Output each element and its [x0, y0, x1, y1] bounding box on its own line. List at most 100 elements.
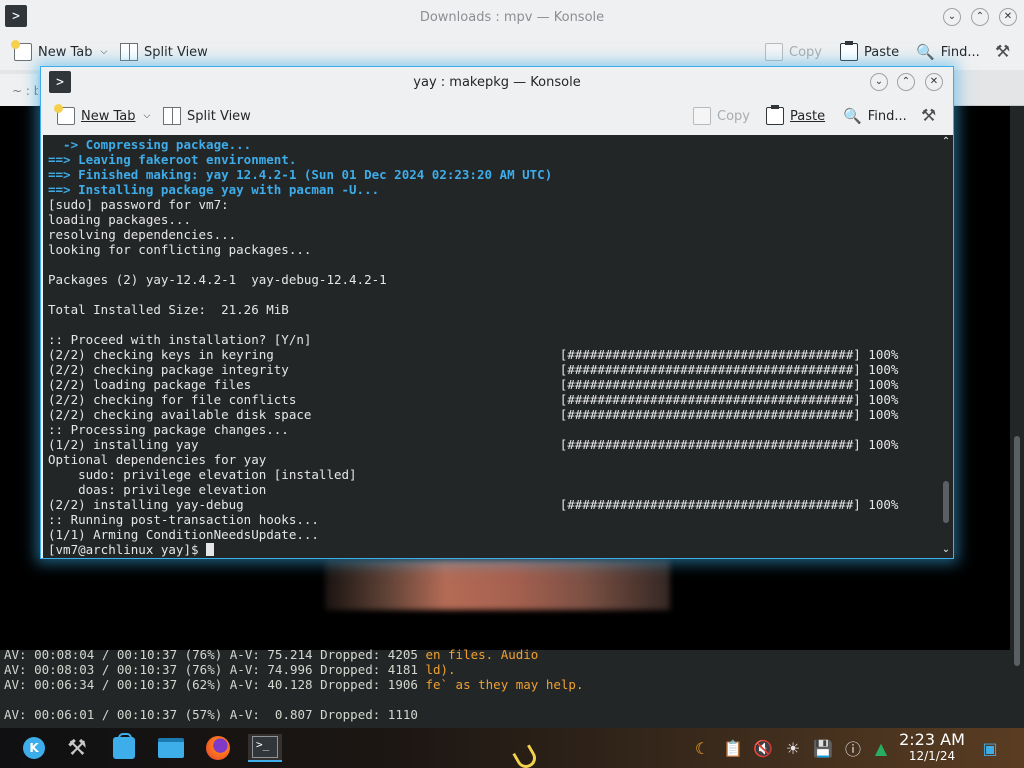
- taskbar-discover[interactable]: [109, 733, 139, 762]
- chevron-down-icon: ⌵: [100, 47, 108, 57]
- terminal-line: looking for conflicting packages...: [48, 242, 312, 257]
- network-icon[interactable]: ▲: [871, 736, 891, 760]
- bg-tab-home[interactable]: ~ : b: [0, 74, 38, 106]
- taskbar-firefox[interactable]: [203, 734, 233, 762]
- taskbar-konsole[interactable]: >_: [248, 734, 282, 762]
- bg-line-warning-text: ld).: [425, 662, 456, 677]
- fg-maximize-icon[interactable]: ⌃: [897, 73, 915, 91]
- bg-close-icon[interactable]: ✕: [999, 8, 1017, 26]
- show-desktop-icon[interactable]: ▣: [980, 736, 1000, 760]
- fg-find-label: Find...: [867, 108, 907, 124]
- taskbar-system-settings[interactable]: ⚒: [62, 734, 92, 762]
- terminal-line: doas: privilege elevation: [48, 482, 267, 497]
- bg-maximize-icon[interactable]: ⌃: [971, 8, 989, 26]
- terminal-line: -> Compressing package...: [48, 137, 252, 152]
- scroll-up-icon[interactable]: ⌃: [941, 137, 951, 147]
- scroll-down-icon[interactable]: ⌄: [941, 545, 951, 555]
- clipboard-icon[interactable]: 📋: [723, 736, 743, 760]
- copy-icon: [765, 43, 783, 61]
- bg-copy-label: Copy: [789, 44, 822, 60]
- bg-line-text: AV: 00:06:34 / 00:10:37 (62%) A-V: 40.12…: [4, 677, 426, 692]
- fg-settings-button[interactable]: ⚒: [921, 107, 936, 125]
- terminal-line: ==> Finished making: yay 12.4.2-1 (Sun 0…: [48, 167, 553, 182]
- terminal-line: (1/2) installing yay [##################…: [48, 437, 899, 452]
- bg-line-warning-text: en files. Audio: [425, 647, 539, 662]
- terminal-line: (2/2) checking package integrity [######…: [48, 362, 899, 377]
- terminal-line: (2/2) checking keys in keyring [########…: [48, 347, 899, 362]
- bg-terminal-line: AV: 00:06:01 / 00:10:37 (57%) A-V: 0.807…: [4, 707, 1004, 722]
- terminal-line: (2/2) checking for file conflicts [#####…: [48, 392, 899, 407]
- terminal-line: Optional dependencies for yay: [48, 452, 267, 467]
- bg-new-tab-button[interactable]: New Tab ⌵: [11, 40, 108, 61]
- bg-toolbar: New Tab ⌵ Split View Copy Paste 🔍 Find..…: [0, 34, 1024, 70]
- new-tab-icon: [54, 104, 75, 125]
- fg-scrollbar-thumb[interactable]: [943, 481, 949, 523]
- settings-tools-icon: ⚒: [921, 106, 937, 126]
- foreground-konsole-window: > yay : makepkg — Konsole ⌄ ⌃ ✕ New Tab …: [40, 66, 954, 559]
- fg-titlebar[interactable]: > yay : makepkg — Konsole ⌄ ⌃ ✕: [41, 67, 953, 97]
- tools-icon: ⚒: [67, 735, 87, 761]
- split-view-icon: [163, 107, 181, 125]
- bg-window-title: Downloads : mpv — Konsole: [419, 9, 605, 25]
- taskbar-file-manager[interactable]: [156, 734, 186, 762]
- bg-line-warning-text: fe` as they may help.: [425, 677, 584, 692]
- binoculars-icon: 🔍: [916, 43, 935, 61]
- terminal-line: ==> Leaving fakeroot environment.: [48, 152, 297, 167]
- copy-icon: [693, 107, 711, 125]
- bg-split-view-label: Split View: [144, 44, 208, 60]
- fg-split-view-label: Split View: [187, 108, 251, 124]
- fg-find-button[interactable]: 🔍 Find...: [843, 107, 907, 125]
- fg-terminal-scrollbar[interactable]: ⌃ ⌄: [939, 135, 953, 558]
- fg-toolbar: New Tab ⌵ Split View Copy Paste 🔍 Find..…: [41, 97, 953, 135]
- fg-copy-button[interactable]: Copy: [693, 107, 750, 125]
- prompt-text: [vm7@archlinux yay]$: [48, 542, 207, 557]
- bg-line-text: AV: 00:08:04 / 00:10:37 (76%) A-V: 75.21…: [4, 647, 426, 662]
- kde-launcher-icon: K: [23, 737, 45, 759]
- terminal-line: :: Processing package changes...: [48, 422, 289, 437]
- fg-split-view-button[interactable]: Split View: [163, 107, 251, 125]
- application-launcher-button[interactable]: K: [19, 734, 49, 762]
- fg-new-tab-label: New Tab: [81, 108, 136, 124]
- bg-split-view-button[interactable]: Split View: [120, 43, 208, 61]
- terminal-line: Packages (2) yay-12.4.2-1 yay-debug-12.4…: [48, 272, 387, 287]
- fg-paste-button[interactable]: Paste: [766, 105, 825, 125]
- fg-app-menu-icon[interactable]: >: [49, 71, 71, 93]
- bg-paste-button[interactable]: Paste: [840, 41, 900, 61]
- fg-window-title: yay : makepkg — Konsole: [413, 74, 581, 90]
- terminal-line: (2/2) loading package files [###########…: [48, 377, 899, 392]
- fg-new-tab-button[interactable]: New Tab ⌵: [54, 104, 151, 125]
- text-cursor: [206, 543, 215, 556]
- volume-muted-icon[interactable]: 🔇: [753, 736, 773, 760]
- fg-minimize-icon[interactable]: ⌄: [870, 73, 888, 91]
- bg-app-menu-icon[interactable]: >: [5, 5, 27, 27]
- bg-scrollbar-thumb[interactable]: [1014, 436, 1020, 666]
- night-light-icon[interactable]: ☾: [692, 736, 712, 760]
- fg-close-icon[interactable]: ✕: [925, 73, 943, 91]
- chevron-down-icon: ⌵: [143, 111, 151, 121]
- terminal-prompt[interactable]: [vm7@archlinux yay]$: [48, 542, 898, 557]
- brightness-icon[interactable]: ☀: [783, 736, 803, 760]
- terminal-line: [sudo] password for vm7:: [48, 197, 229, 212]
- bg-paste-label: Paste: [864, 44, 900, 60]
- bg-terminal-line: [4, 692, 1004, 707]
- bg-line-text: AV: 00:08:03 / 00:10:37 (76%) A-V: 74.99…: [4, 662, 426, 677]
- terminal-line: ==> Installing package yay with pacman -…: [48, 182, 380, 197]
- bg-find-button[interactable]: 🔍 Find...: [916, 43, 980, 61]
- digital-clock[interactable]: 2:23 AM 12/1/24: [892, 730, 972, 764]
- disk-icon[interactable]: 💾: [813, 736, 833, 760]
- fg-terminal-area[interactable]: -> Compressing package... ==> Leaving fak…: [43, 135, 939, 558]
- clock-time: 2:23 AM: [899, 730, 965, 749]
- help-icon[interactable]: ⓘ: [843, 736, 863, 760]
- bg-terminal-scrollbar[interactable]: [1010, 106, 1024, 728]
- bg-terminal-line: AV: 00:08:03 / 00:10:37 (76%) A-V: 74.99…: [4, 662, 1004, 677]
- bg-titlebar[interactable]: > Downloads : mpv — Konsole ⌄ ⌃ ✕: [0, 0, 1024, 34]
- split-view-icon: [120, 43, 138, 61]
- bg-copy-button[interactable]: Copy: [765, 43, 822, 61]
- bg-minimize-icon[interactable]: ⌄: [943, 8, 961, 26]
- binoculars-icon: 🔍: [843, 107, 862, 125]
- bg-settings-button[interactable]: ⚒: [995, 43, 1010, 61]
- taskbar: K ⚒ >_ ☾ 📋 🔇 ☀ 💾 ⓘ ▲ 2:23 AM 12/1/24 ▣: [0, 728, 1024, 768]
- terminal-line: (1/1) Arming ConditionNeedsUpdate...: [48, 527, 319, 542]
